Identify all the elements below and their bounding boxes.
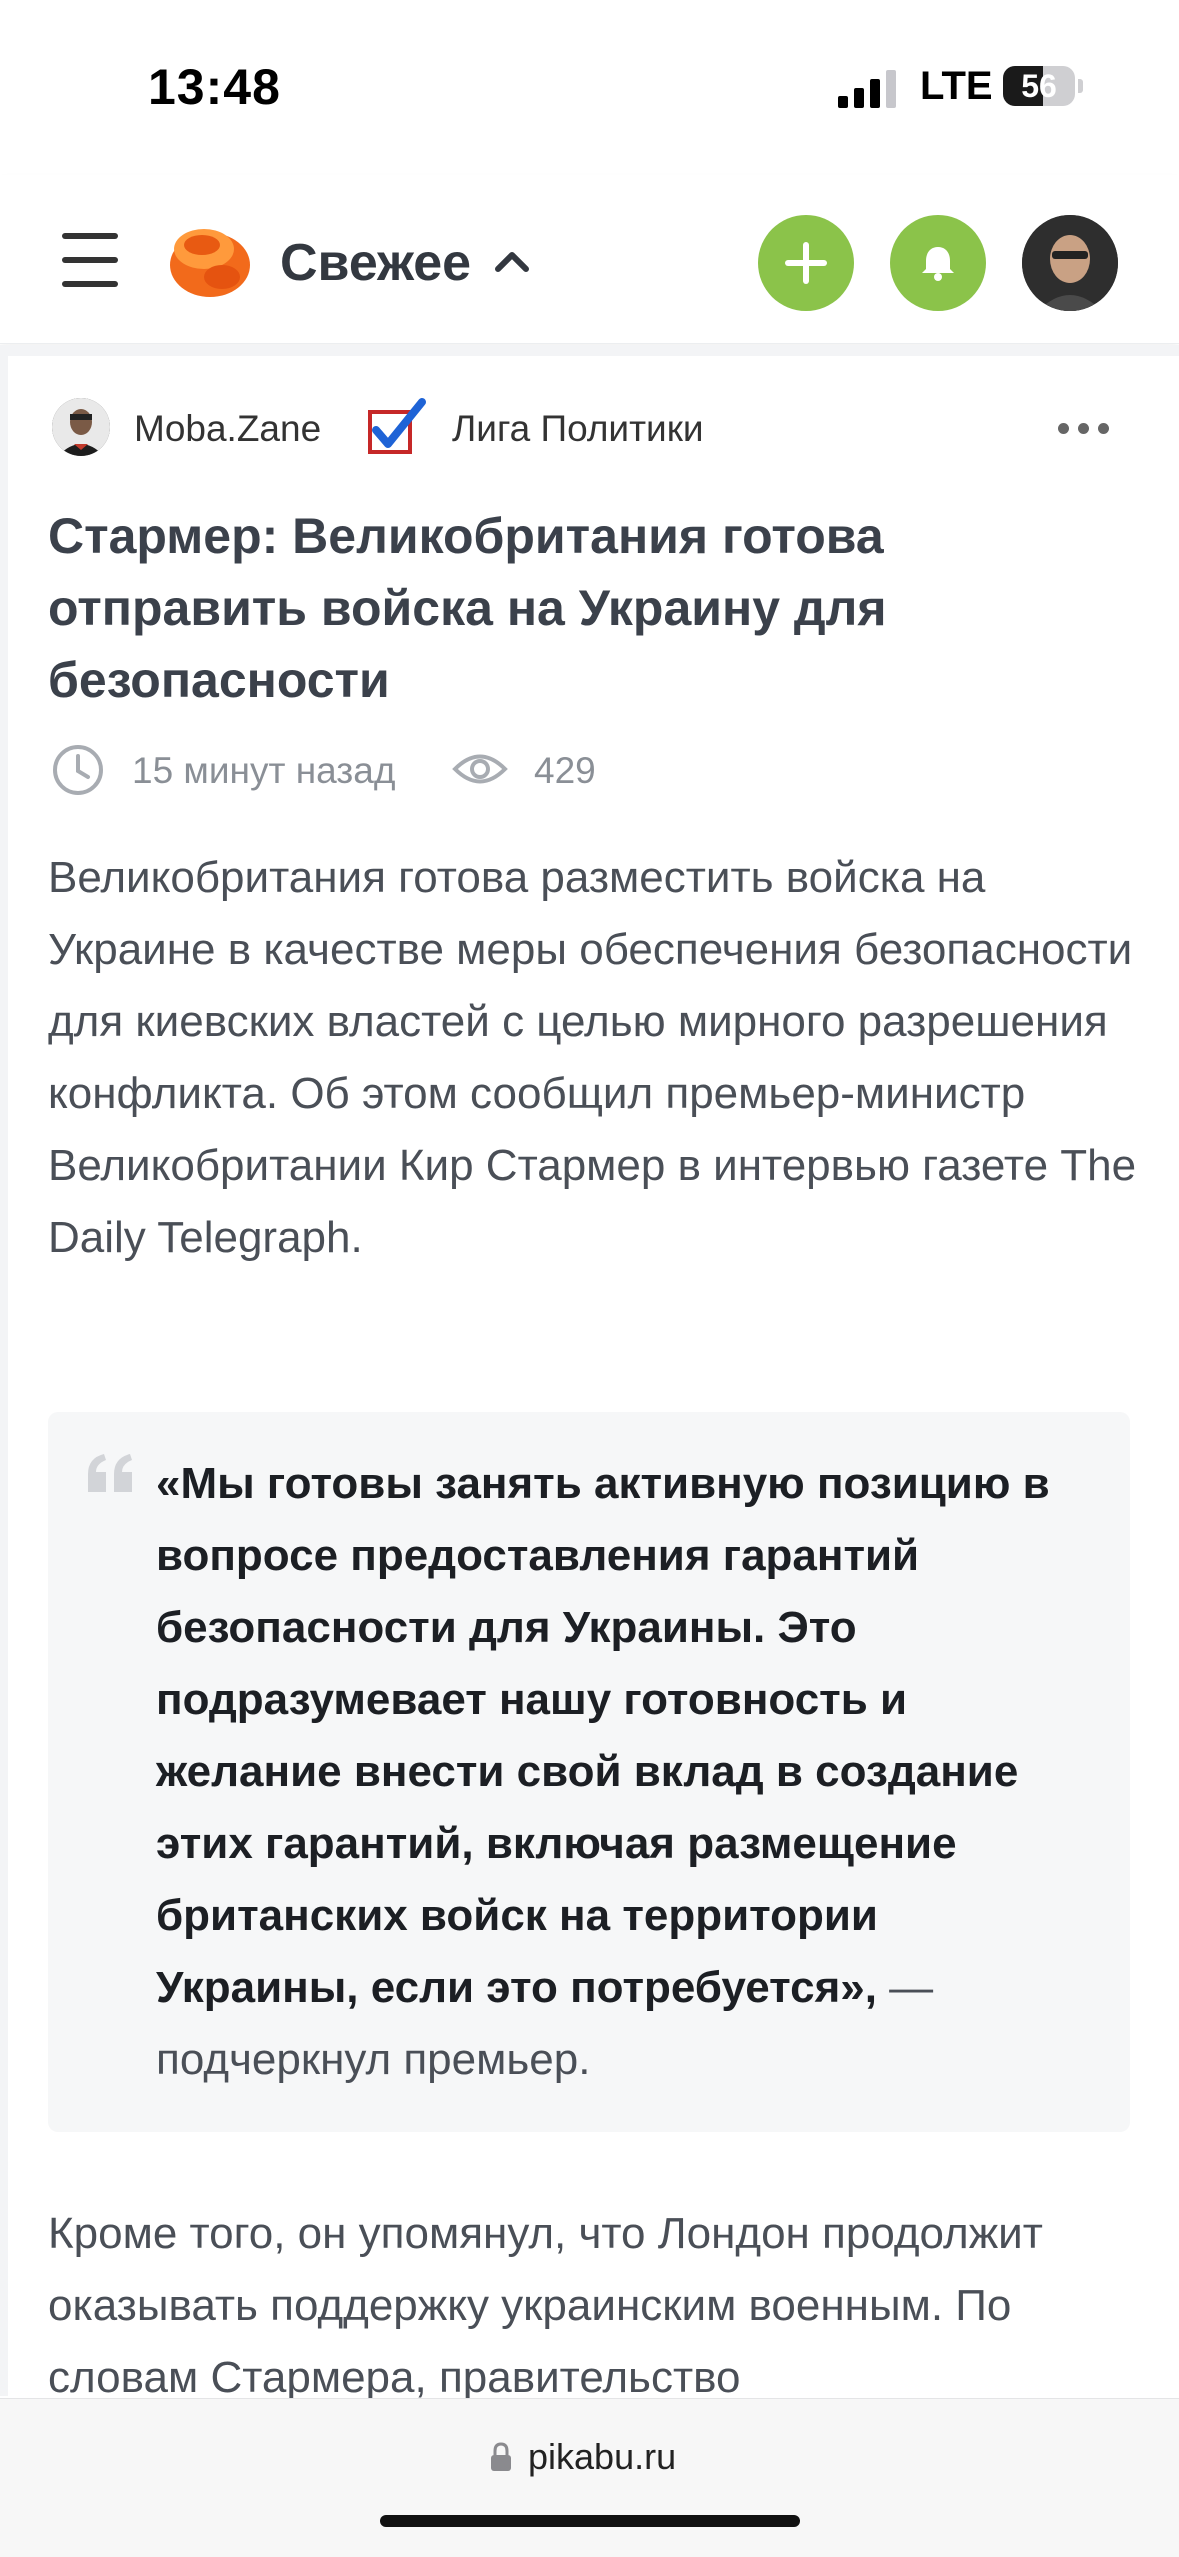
notifications-button[interactable] <box>890 215 986 311</box>
plus-icon <box>785 242 827 284</box>
pikabu-logo[interactable] <box>164 219 252 299</box>
author-name[interactable]: Moba.Zane <box>134 408 321 450</box>
more-options-icon[interactable] <box>1058 420 1110 438</box>
feed-title[interactable]: Свежее <box>280 233 471 293</box>
clock-icon <box>53 745 103 795</box>
home-indicator[interactable] <box>380 2515 800 2527</box>
signal-bars-icon <box>838 70 896 108</box>
app-header: Свежее <box>0 175 1179 344</box>
quote-icon <box>88 1454 132 1492</box>
view-count: 429 <box>534 750 596 791</box>
status-time: 13:48 <box>148 59 281 115</box>
battery-icon: 56 <box>1003 66 1083 106</box>
quote-text: «Мы готовы занять активную позицию в воп… <box>156 1448 1086 2096</box>
lock-icon <box>491 2442 511 2471</box>
status-bar: 13:48 LTE 56 <box>0 0 1179 175</box>
post-paragraph: Великобритания готова разместить войска … <box>48 853 1137 1262</box>
network-type: LTE <box>920 64 993 108</box>
chevron-up-icon[interactable] <box>494 245 530 275</box>
add-post-button[interactable] <box>758 215 854 311</box>
community-icon[interactable] <box>366 396 430 460</box>
author-avatar[interactable] <box>52 398 110 456</box>
user-avatar[interactable] <box>1022 215 1118 311</box>
post-paragraph: Кроме того, он упомянул, что Лондон прод… <box>48 2209 1043 2402</box>
hamburger-menu-icon[interactable] <box>62 233 120 287</box>
address-bar-url[interactable]: pikabu.ru <box>528 2436 676 2478</box>
bell-icon <box>922 247 954 281</box>
eye-icon <box>452 754 508 784</box>
community-name[interactable]: Лига Политики <box>452 408 704 450</box>
battery-level: 56 <box>1021 68 1057 104</box>
post-time: 15 минут назад <box>132 750 396 791</box>
post-title[interactable]: Стармер: Великобритания готова отправить… <box>48 500 1128 716</box>
quote-bold-text: «Мы готовы занять активную позицию в воп… <box>156 1459 1050 2012</box>
